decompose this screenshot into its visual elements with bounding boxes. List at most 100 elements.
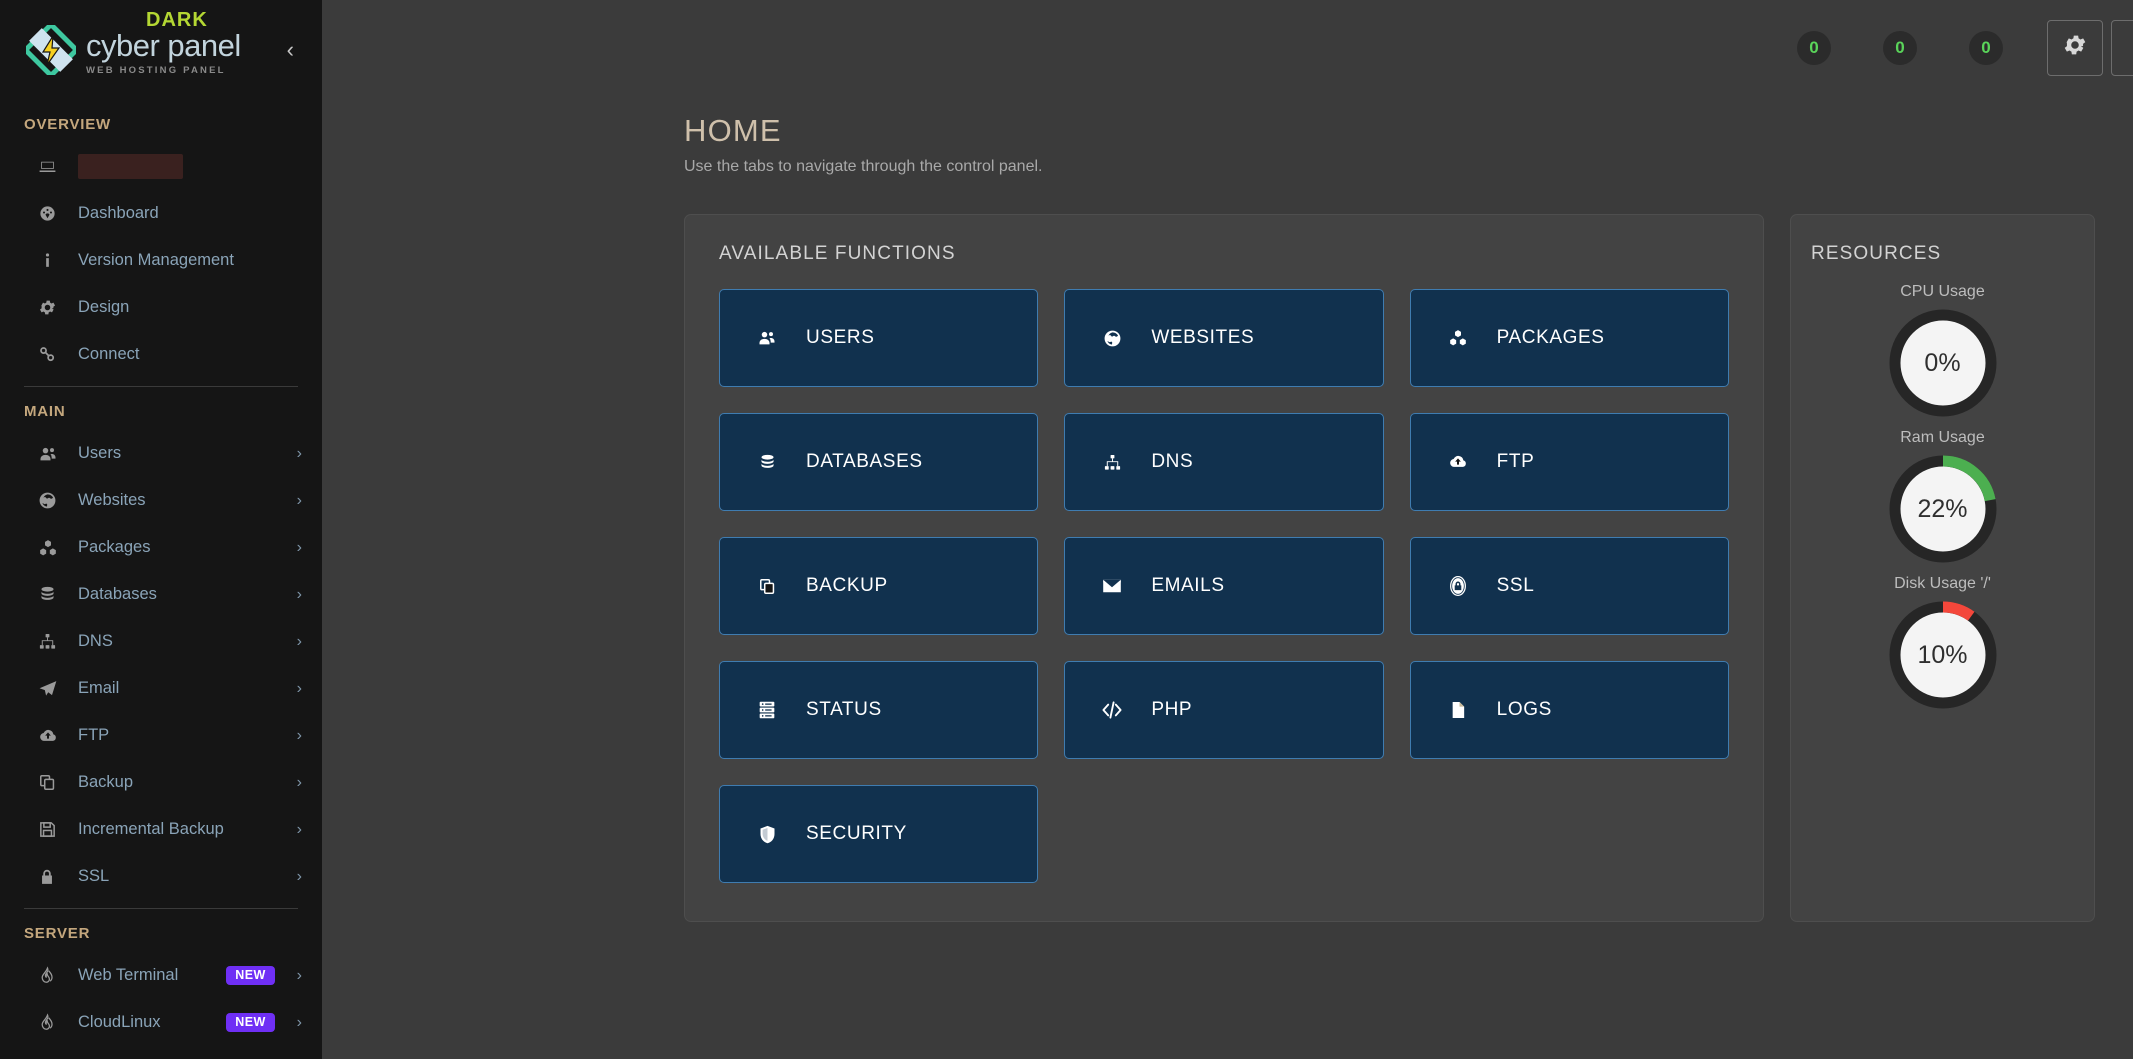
- chevron-right-icon[interactable]: ›: [287, 775, 302, 791]
- sidebar-item-websites[interactable]: Websites›: [0, 477, 322, 524]
- function-tile-users[interactable]: USERS: [719, 289, 1038, 387]
- paper-plane-icon: [38, 679, 68, 699]
- sidebar-item-design[interactable]: Design: [0, 284, 322, 331]
- cloud-upload-icon: [38, 726, 68, 746]
- page-title: HOME: [684, 113, 2133, 149]
- new-badge: NEW: [226, 966, 274, 986]
- function-tile-label: EMAILS: [1151, 575, 1224, 597]
- counter-badge-2[interactable]: 0: [1883, 31, 1917, 65]
- function-tile-status[interactable]: STATUS: [719, 661, 1038, 759]
- boxes-icon: [1441, 328, 1475, 348]
- sidebar-item-backup[interactable]: Backup ›: [0, 759, 322, 806]
- sidebar-item-dashboard[interactable]: Dashboard: [0, 190, 322, 237]
- sidebar-item-label: CloudLinux: [78, 1013, 161, 1032]
- sidebar-item-ssl[interactable]: SSL›: [0, 853, 322, 900]
- chevron-right-icon[interactable]: ›: [287, 540, 302, 556]
- chevron-right-icon[interactable]: ›: [287, 968, 302, 984]
- gauge-value: 22%: [1887, 453, 1999, 565]
- sidebar-item-dns[interactable]: DNS ›: [0, 618, 322, 665]
- function-tile-websites[interactable]: WEBSITES: [1064, 289, 1383, 387]
- sidebar-item-databases[interactable]: Databases›: [0, 571, 322, 618]
- sidebar-item-connect[interactable]: Connect: [0, 331, 322, 378]
- function-tile-label: FTP: [1497, 451, 1535, 473]
- function-tile-logs[interactable]: LOGS: [1410, 661, 1729, 759]
- resource-gauge-label: CPU Usage: [1811, 283, 2074, 301]
- sidebar-nav: OVERVIEWDashboardVersion ManagementDesig…: [0, 100, 322, 1059]
- sidebar-item-label: Backup: [78, 773, 133, 792]
- sidebar-item-users[interactable]: Users ›: [0, 430, 322, 477]
- new-badge: NEW: [226, 1013, 274, 1033]
- chevron-right-icon[interactable]: ›: [287, 587, 302, 603]
- function-tiles-grid: USERS WEBSITES PACKAGES DATABASES DNS FTP BACK…: [719, 289, 1729, 883]
- resource-gauge-label: Ram Usage: [1811, 429, 2074, 447]
- copy-icon: [750, 577, 784, 596]
- chevron-right-icon[interactable]: ›: [287, 634, 302, 650]
- sidebar-item-ftp[interactable]: FTP›: [0, 712, 322, 759]
- chevron-right-icon[interactable]: ›: [287, 869, 302, 885]
- function-tile-php[interactable]: PHP: [1064, 661, 1383, 759]
- sidebar-item-label: Web Terminal: [78, 966, 178, 985]
- resource-gauge-cpu-usage: CPU Usage 0%: [1811, 283, 2074, 419]
- sitemap-icon: [38, 632, 68, 651]
- sidebar-item-redacted[interactable]: [0, 143, 322, 190]
- resource-gauge-ram-usage: Ram Usage 22%: [1811, 429, 2074, 565]
- counter-badge-3[interactable]: 0: [1969, 31, 2003, 65]
- function-tile-packages[interactable]: PACKAGES: [1410, 289, 1729, 387]
- app-root: DARK cyber panel WEB HOSTING PANEL ‹ OVE…: [0, 0, 2133, 1059]
- gauge-value: 0%: [1887, 307, 1999, 419]
- sidebar-section-title: MAIN: [0, 387, 322, 430]
- brand-text: DARK cyber panel WEB HOSTING PANEL: [86, 24, 241, 76]
- sidebar-item-packages[interactable]: Packages›: [0, 524, 322, 571]
- counter-badge-1[interactable]: 0: [1797, 31, 1831, 65]
- brand-name: cyber panel: [86, 30, 241, 61]
- boxes-icon: [38, 538, 68, 558]
- chevron-right-icon[interactable]: ›: [287, 681, 302, 697]
- function-tile-dns[interactable]: DNS: [1064, 413, 1383, 511]
- server-icon: [750, 699, 784, 721]
- chevron-right-icon[interactable]: ›: [287, 1015, 302, 1031]
- sidebar-item-label: Users: [78, 444, 121, 463]
- chevron-right-icon[interactable]: ›: [287, 728, 302, 744]
- globe-icon: [38, 491, 68, 510]
- sidebar-item-label: Dashboard: [78, 204, 159, 223]
- function-tile-backup[interactable]: BACKUP: [719, 537, 1038, 635]
- sidebar-item-label: DNS: [78, 632, 113, 651]
- function-tile-label: BACKUP: [806, 575, 888, 597]
- sidebar-item-web-terminal[interactable]: Web Terminal NEW ›: [0, 952, 322, 999]
- function-tile-security[interactable]: SECURITY: [719, 785, 1038, 883]
- gear-icon: [38, 298, 68, 317]
- function-tile-label: USERS: [806, 327, 874, 349]
- edge-panel-button[interactable]: [2111, 20, 2133, 76]
- chevron-right-icon[interactable]: ›: [287, 822, 302, 838]
- sidebar-collapse-button[interactable]: ‹: [281, 33, 300, 67]
- info-icon: [38, 251, 68, 270]
- sidebar-item-incremental-backup[interactable]: Incremental Backup›: [0, 806, 322, 853]
- gauge-value: 10%: [1887, 599, 1999, 711]
- sidebar-item-version-management[interactable]: Version Management: [0, 237, 322, 284]
- cyberpanel-logo-icon: [26, 25, 76, 75]
- laptop-icon: [38, 157, 68, 176]
- function-tile-label: PACKAGES: [1497, 327, 1605, 349]
- gauge-ring: 22%: [1887, 453, 1999, 565]
- function-tile-ftp[interactable]: FTP: [1410, 413, 1729, 511]
- function-tile-ssl[interactable]: SSL: [1410, 537, 1729, 635]
- function-tile-label: WEBSITES: [1151, 327, 1254, 349]
- cloud-upload-icon: [1441, 452, 1475, 472]
- function-tile-databases[interactable]: DATABASES: [719, 413, 1038, 511]
- resource-gauge-label: Disk Usage '/': [1811, 575, 2074, 593]
- sidebar-item-containerization[interactable]: ContainerizationNEW›: [0, 1046, 322, 1059]
- database-icon: [38, 585, 68, 604]
- sidebar-item-email[interactable]: Email›: [0, 665, 322, 712]
- function-tile-emails[interactable]: EMAILS: [1064, 537, 1383, 635]
- resource-gauges: CPU Usage 0% Ram Usage 22% Disk Usage '/' 10%: [1811, 283, 2074, 711]
- panels-row: AVAILABLE FUNCTIONS USERSWEBSITESPACKAGE…: [322, 176, 2133, 922]
- file-icon: [1441, 700, 1475, 720]
- lock-badge-icon: [1441, 575, 1475, 597]
- sidebar: DARK cyber panel WEB HOSTING PANEL ‹ OVE…: [0, 0, 322, 1059]
- sidebar-item-cloudlinux[interactable]: CloudLinux NEW ›: [0, 999, 322, 1046]
- brand-dark-label: DARK: [146, 9, 208, 32]
- chevron-right-icon[interactable]: ›: [287, 446, 302, 462]
- chevron-right-icon[interactable]: ›: [287, 493, 302, 509]
- settings-button[interactable]: [2047, 20, 2103, 76]
- copy-icon: [38, 773, 68, 792]
